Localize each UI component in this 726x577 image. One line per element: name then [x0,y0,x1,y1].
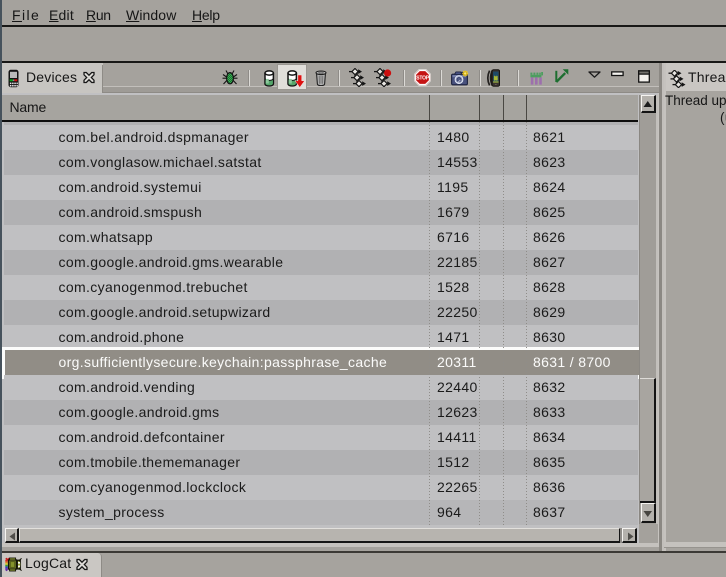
svg-text:STOP: STOP [416,76,430,82]
